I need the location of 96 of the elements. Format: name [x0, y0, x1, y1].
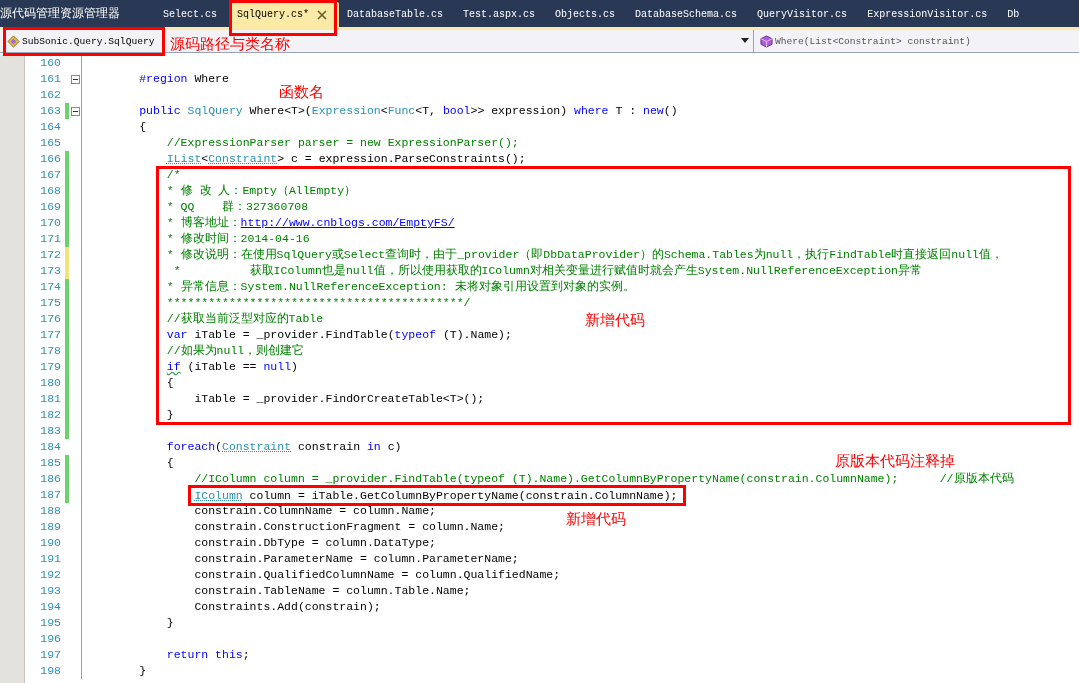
method-icon	[760, 34, 773, 48]
line-number: 185	[39, 457, 62, 469]
line-number: 167	[39, 169, 62, 181]
code-line: * 博客地址：http://www.cnblogs.com/EmptyFS/	[166, 217, 455, 229]
code-line: constrain.TableName = column.Table.Name;	[194, 585, 471, 597]
collapse-icon[interactable]	[70, 74, 80, 84]
collapse-icon[interactable]	[70, 106, 80, 116]
code-line: * 异常信息：System.NullReferenceException: 未将对象引用设置到对象的实例。	[166, 281, 635, 293]
line-number: 192	[39, 569, 62, 581]
code-line: constrain.ColumnName = column.Name;	[194, 505, 436, 517]
line-number: 163	[39, 105, 62, 117]
close-icon[interactable]	[317, 9, 328, 20]
member-dropdown[interactable]: Where(List<Constraint> constraint)	[754, 30, 1079, 52]
file-tab[interactable]: Select.cs	[155, 2, 229, 27]
file-tab[interactable]: QueryVisitor.cs	[749, 2, 860, 27]
code-line: }	[166, 409, 174, 421]
file-tab[interactable]: Test.aspx.cs	[455, 2, 548, 27]
line-number: 184	[39, 441, 62, 453]
line-number: 194	[39, 601, 62, 613]
code-line: public SqlQuery Where<T>(Expression<Func<T, bool>> expression) where T : new()	[139, 105, 678, 117]
class-icon	[7, 34, 20, 48]
line-number: 196	[39, 633, 62, 645]
code-line: * 修改时间：2014-04-16	[166, 233, 310, 245]
code-line: IColumn column = iTable.GetColumnByPropertyName(constrain.ColumnName);	[194, 488, 678, 502]
tool-window-tab[interactable]: 源代码管理资源管理器	[0, 0, 120, 27]
line-number: 175	[39, 297, 62, 309]
file-tab[interactable]: DatabaseSchema.cs	[627, 2, 750, 27]
code-line: }	[139, 665, 147, 677]
link[interactable]: http://www.cnblogs.com/EmptyFS/	[240, 216, 455, 229]
annotation-label: 原版本代码注释掉	[835, 453, 955, 470]
line-number: 173	[39, 265, 62, 277]
code-line: if (iTable == null)	[166, 361, 298, 373]
line-number: 186	[39, 473, 62, 485]
line-number: 166	[39, 153, 62, 165]
code-line: * QQ 群：327360708	[166, 201, 309, 213]
line-number: 162	[39, 89, 62, 101]
line-number: 188	[39, 505, 62, 517]
code-line: constrain.DbType = column.DataType;	[194, 537, 436, 549]
code-line: iTable = _provider.FindOrCreateTable<T>();	[194, 393, 485, 405]
code-line: *******************************************/	[166, 297, 471, 309]
code-line: var iTable = _provider.FindTable(typeof (T).Name);	[166, 329, 512, 341]
line-number: 172	[39, 249, 62, 261]
line-number: 176	[39, 313, 62, 325]
line-number: 189	[39, 521, 62, 533]
line-number: 197	[39, 649, 62, 661]
line-number: 174	[39, 281, 62, 293]
code-line: //ExpressionParser parser = new ExpressionParser();	[166, 137, 519, 149]
code-line: * 修 改 人：Empty（AllEmpty）	[166, 185, 357, 197]
line-number: 178	[39, 345, 62, 357]
code-line: }	[166, 617, 174, 629]
line-number: 179	[39, 361, 62, 373]
line-number: 191	[39, 553, 62, 565]
line-number: 187	[39, 489, 62, 501]
line-number: 183	[39, 425, 62, 437]
code-line: Constraints.Add(constrain);	[194, 601, 381, 613]
code-line: constrain.QualifiedColumnName = column.QualifiedName;	[194, 569, 561, 581]
line-number: 190	[39, 537, 62, 549]
code-line: foreach(Constraint constrain in c)	[166, 441, 402, 453]
line-number: 177	[39, 329, 62, 341]
caret-icon	[741, 38, 749, 43]
annotation-label: 新增代码	[585, 312, 645, 329]
code-line: * 修改说明：在使用SqlQuery或Select查询时，由于_provider（即DbDataProvider）的Schema.Tables为null，执行FindTable时直接返回null值，	[166, 249, 1003, 261]
line-number: 169	[39, 201, 62, 213]
code-line: constrain.ParameterName = column.ParameterName;	[194, 553, 519, 565]
file-tab[interactable]: Db	[999, 2, 1032, 27]
line-number: 168	[39, 185, 62, 197]
line-number: 164	[39, 121, 62, 133]
code-line: #region Where	[139, 73, 229, 85]
code-line: IList<Constraint> c = expression.ParseConstraints();	[166, 153, 526, 165]
line-number: 171	[39, 233, 62, 245]
code-line: {	[139, 121, 147, 133]
code-line: //IColumn column = _provider.FindTable(typeof (T).Name).GetColumnByPropertyName(constrain.ColumnName); //原版本代码	[194, 473, 1014, 485]
line-number: 161	[39, 73, 62, 85]
code-line: {	[166, 377, 174, 389]
line-number: 195	[39, 617, 62, 629]
line-number: 193	[39, 585, 62, 597]
code-line: * 获取IColumn也是null值，所以使用获取的IColumn对相关变量进行赋值时就会产生System.NullReferenceException异常	[173, 265, 922, 277]
annotation-label: 源码路径与类名称	[170, 36, 290, 53]
code-line: constrain.ConstructionFragment = column.Name;	[194, 521, 505, 533]
line-number: 170	[39, 217, 62, 229]
line-number: 160	[39, 57, 62, 69]
code-line: /*	[166, 169, 181, 181]
code-line: //获取当前泛型对应的Table	[166, 313, 324, 325]
file-tab[interactable]: Objects.cs	[547, 2, 628, 27]
line-number: 180	[39, 377, 62, 389]
file-tab[interactable]: ExpressionVisitor.cs	[859, 2, 1000, 27]
file-tab[interactable]: DatabaseTable.cs	[339, 2, 456, 27]
line-number: 181	[39, 393, 62, 405]
code-line: //如果为null，则创建它	[166, 345, 305, 357]
line-number: 198	[39, 665, 62, 677]
code-line: {	[166, 457, 174, 469]
annotation-label: 函数名	[279, 84, 324, 101]
code-line: return this;	[166, 649, 250, 661]
line-number: 165	[39, 137, 62, 149]
line-number: 182	[39, 409, 62, 421]
annotation-label: 新增代码	[566, 511, 626, 528]
